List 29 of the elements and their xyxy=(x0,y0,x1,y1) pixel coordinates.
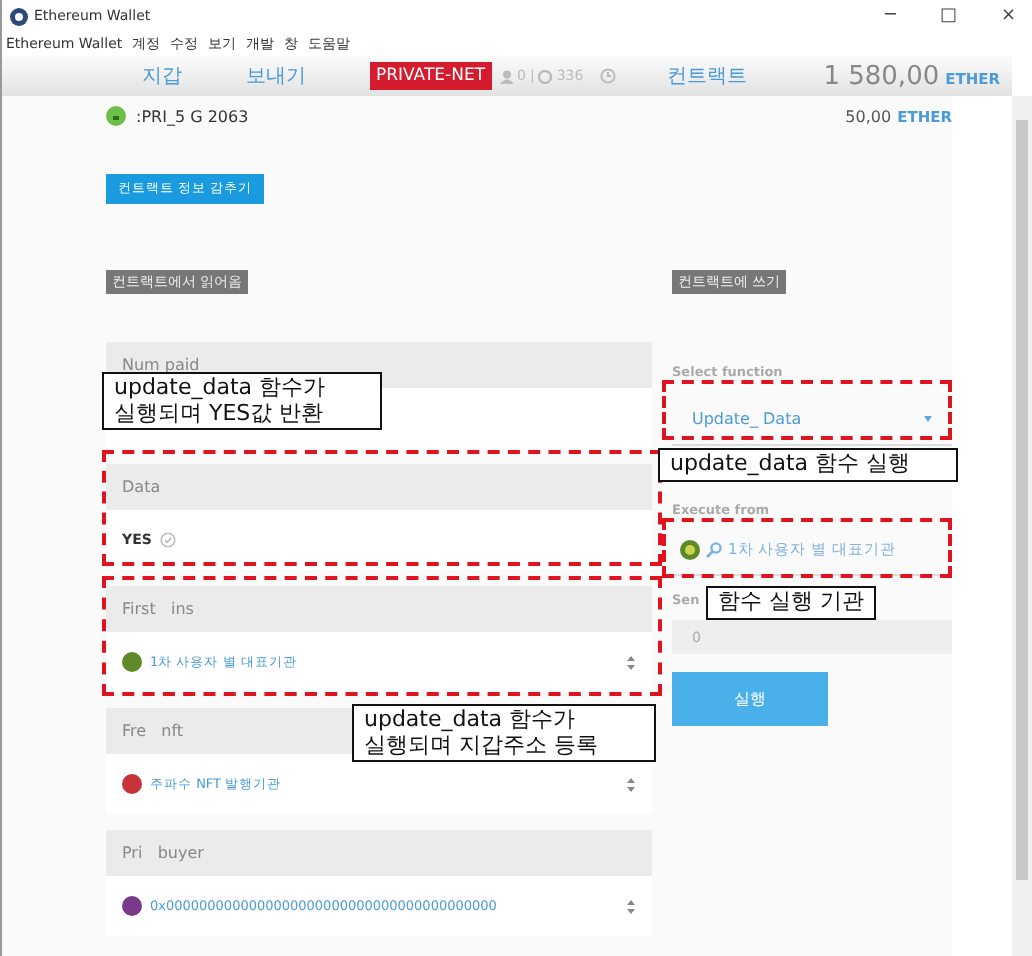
total-balance: 1 580,00 xyxy=(823,61,940,91)
account-balance: 50,00 xyxy=(845,107,892,125)
clock-icon xyxy=(599,68,616,84)
search-icon xyxy=(706,542,722,558)
annotation-label: 함수 실행 기관 xyxy=(706,586,876,620)
check-icon xyxy=(159,532,176,548)
field-label: Data xyxy=(122,478,161,496)
scroll-thumb[interactable] xyxy=(1016,120,1028,880)
field-label: Fre nft xyxy=(122,722,184,740)
avatar-icon xyxy=(680,540,700,560)
annotation-label: update_data 함수 실행 xyxy=(658,448,958,482)
app-icon xyxy=(10,7,28,25)
account-name: :PRI_5 G 2063 xyxy=(136,107,249,125)
field-label: First ins xyxy=(122,600,194,618)
minimize-button[interactable]: ─ xyxy=(885,6,896,26)
caret-icon xyxy=(924,415,932,421)
annotation-label: update_data 함수가 실행되며 지갑주소 등록 xyxy=(352,704,656,763)
field-label: Pri buyer xyxy=(122,844,204,862)
close-button[interactable]: × xyxy=(1000,6,1016,26)
annotation-label: update_data 함수가 실행되며 YES값 반환 xyxy=(102,372,382,431)
peers-icon xyxy=(499,69,514,83)
avatar-icon xyxy=(106,106,126,126)
scrollbar[interactable] xyxy=(1012,96,1032,956)
spinner-icon xyxy=(626,775,636,793)
network-badge: PRIVATE-NET xyxy=(370,62,492,90)
maximize-button[interactable]: □ xyxy=(939,6,957,26)
spinner-icon xyxy=(626,897,636,915)
field-label: Num paid xyxy=(122,356,200,374)
spinner-icon xyxy=(626,653,636,671)
